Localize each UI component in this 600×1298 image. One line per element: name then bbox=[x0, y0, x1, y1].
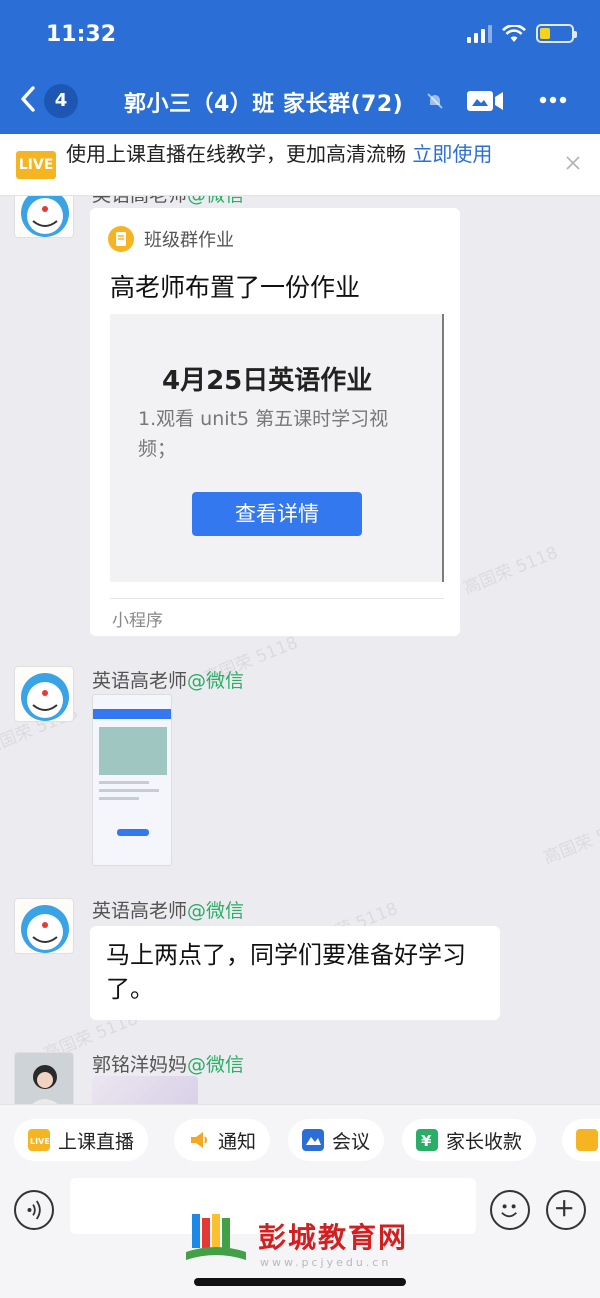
message-text: 马上两点了，同学们要准备好学习了。 bbox=[106, 941, 466, 1003]
back-icon[interactable] bbox=[16, 84, 40, 114]
image-message[interactable] bbox=[92, 694, 172, 866]
sender-name: 郭铭洋妈妈@微信 bbox=[92, 1050, 244, 1077]
wifi-icon bbox=[502, 24, 526, 42]
live-icon: LIVE bbox=[28, 1129, 50, 1151]
sender-source: @微信 bbox=[187, 1054, 245, 1076]
sender-name-text: 英语高老师 bbox=[92, 196, 187, 206]
quick-action-bar: LIVE 上课直播 通知 会议 ¥ 家长收款 bbox=[0, 1104, 600, 1174]
card-header-label: 班级群作业 bbox=[144, 230, 234, 251]
avatar[interactable] bbox=[14, 1052, 74, 1104]
quick-action-label: 通知 bbox=[218, 1130, 257, 1153]
quick-action-label: 会议 bbox=[332, 1130, 371, 1153]
mute-bell-icon bbox=[427, 93, 443, 109]
home-indicator bbox=[194, 1278, 406, 1286]
avatar[interactable] bbox=[14, 898, 74, 954]
sender-name-text: 英语高老师 bbox=[92, 670, 188, 692]
video-call-icon[interactable] bbox=[466, 88, 504, 114]
quick-action-meeting[interactable]: 会议 bbox=[288, 1119, 385, 1161]
battery-icon bbox=[536, 24, 577, 43]
quick-action-notice[interactable]: 通知 bbox=[174, 1119, 271, 1161]
sender-name-text: 郭铭洋妈妈 bbox=[92, 1054, 188, 1076]
view-details-button[interactable]: 查看详情 bbox=[192, 492, 362, 536]
sender-source: @微信 bbox=[187, 900, 245, 922]
meeting-icon bbox=[302, 1129, 324, 1151]
svg-text:¥: ¥ bbox=[421, 1132, 432, 1150]
voice-icon[interactable] bbox=[14, 1190, 54, 1230]
banner-text: 使用上课直播在线教学，更加高清流畅 立即使用 bbox=[66, 140, 536, 169]
card-divider bbox=[110, 598, 444, 599]
card-title: 高老师布置了一份作业 bbox=[110, 273, 361, 302]
sender-name: 英语高老师@微信 bbox=[92, 666, 244, 693]
status-time: 11:32 bbox=[46, 22, 117, 47]
logo-url: www.pcjyedu.cn bbox=[260, 1256, 392, 1269]
more-icon[interactable] bbox=[538, 90, 568, 110]
screenshot-thumbnail-icon bbox=[93, 709, 171, 836]
avatar[interactable] bbox=[14, 196, 74, 238]
image-message[interactable] bbox=[92, 1076, 198, 1104]
text-message[interactable]: 马上两点了，同学们要准备好学习了。 bbox=[90, 926, 500, 1020]
doraemon-avatar-icon bbox=[21, 196, 69, 237]
banner-message: 使用上课直播在线教学，更加高清流畅 bbox=[66, 142, 413, 166]
close-icon[interactable] bbox=[564, 154, 582, 172]
site-logo: 彭城教育网 www.pcjyedu.cn bbox=[182, 1212, 422, 1270]
quick-action-live[interactable]: LIVE 上课直播 bbox=[14, 1119, 149, 1161]
doraemon-avatar-icon bbox=[21, 905, 69, 953]
homework-icon bbox=[108, 226, 134, 252]
emoji-icon[interactable] bbox=[490, 1190, 530, 1230]
watermark: 高国荣 5118 bbox=[540, 812, 600, 869]
mini-program-card[interactable]: 班级群作业 高老师布置了一份作业 4月25日英语作业 1.观看 unit5 第五… bbox=[90, 208, 460, 636]
sender-name: 英语高老师@微信 bbox=[92, 896, 244, 923]
svg-text:LIVE: LIVE bbox=[30, 1137, 50, 1146]
quick-action-label: 上课直播 bbox=[58, 1130, 135, 1153]
card-header: 班级群作业 bbox=[108, 226, 234, 252]
logo-text: 彭城教育网 bbox=[258, 1221, 409, 1254]
status-icons bbox=[467, 24, 577, 43]
sender-source: @微信 bbox=[187, 196, 244, 206]
watermark: 高国荣 5118 bbox=[460, 542, 561, 599]
card-footer: 小程序 bbox=[112, 611, 163, 631]
person-avatar-icon bbox=[32, 1065, 58, 1104]
unread-badge[interactable]: 4 bbox=[44, 84, 78, 118]
preview-title: 4月25日英语作业 bbox=[162, 366, 373, 396]
yuan-icon: ¥ bbox=[416, 1129, 438, 1151]
megaphone-icon bbox=[188, 1129, 210, 1151]
cellular-signal-icon bbox=[467, 24, 492, 43]
card-preview: 4月25日英语作业 1.观看 unit5 第五课时学习视频； 查看详情 bbox=[110, 314, 444, 582]
doraemon-avatar-icon bbox=[21, 673, 69, 721]
sender-name-text: 英语高老师 bbox=[92, 900, 188, 922]
live-promo-banner[interactable]: LIVE 使用上课直播在线教学，更加高清流畅 立即使用 bbox=[0, 134, 600, 196]
quick-action-label: 家长收款 bbox=[446, 1130, 523, 1153]
avatar[interactable] bbox=[14, 666, 74, 722]
plus-icon[interactable] bbox=[546, 1190, 586, 1230]
nav-bar: 4 郭小三（4）班 家长群(72) bbox=[0, 70, 600, 130]
banner-link-use-now[interactable]: 立即使用 bbox=[412, 142, 492, 166]
book-logo-icon bbox=[186, 1214, 246, 1260]
app-header: 11:32 4 郭小三（4）班 家长群(72) bbox=[0, 0, 600, 134]
live-tag: LIVE bbox=[16, 151, 56, 179]
preview-line: 1.观看 unit5 第五课时学习视频； bbox=[138, 408, 389, 460]
sender-name: 英语高老师@微信 bbox=[92, 196, 244, 207]
sender-source: @微信 bbox=[187, 670, 245, 692]
quick-action-payment[interactable]: ¥ 家长收款 bbox=[402, 1119, 537, 1161]
chat-title: 郭小三（4）班 家长群(72) bbox=[124, 92, 404, 117]
clipboard-icon bbox=[576, 1129, 598, 1151]
chat-message-list[interactable]: 高国荣 5118 高国荣 5118 高国荣 5118 高国荣 5118 高国荣 … bbox=[0, 196, 600, 1104]
quick-action-more[interactable] bbox=[562, 1119, 600, 1161]
